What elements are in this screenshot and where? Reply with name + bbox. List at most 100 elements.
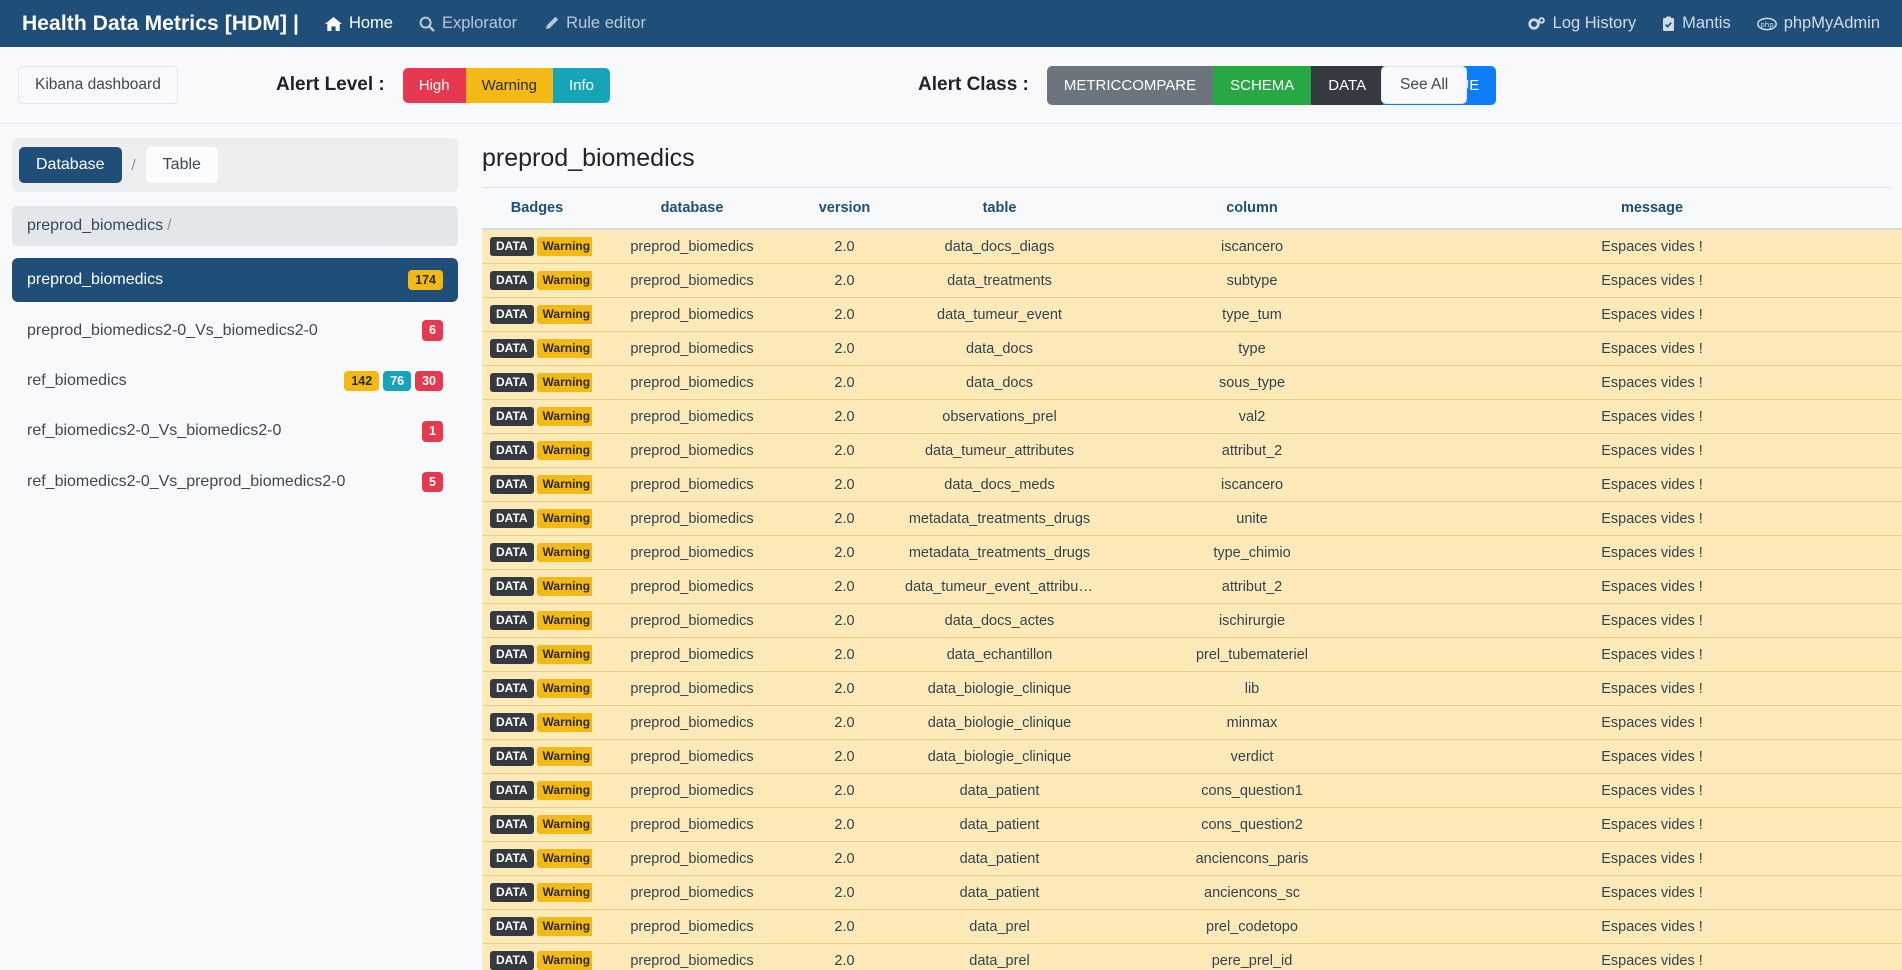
row-version-cell: 2.0 [792, 705, 897, 740]
alert-class-data-button[interactable]: DATA [1311, 65, 1384, 105]
see-all-button[interactable]: See All [1381, 66, 1468, 104]
alert-class-tag: DATA [490, 406, 534, 427]
php-icon: php [1756, 17, 1777, 31]
alert-class-tag: DATA [490, 576, 534, 597]
row-message-cell: Espaces vides ! [1402, 331, 1902, 366]
row-table-cell: data_docs [897, 331, 1102, 366]
scope-tab-database[interactable]: Database [19, 147, 122, 183]
row-database-cell: preprod_biomedics [592, 365, 792, 400]
table-row[interactable]: DATA Warning preprod_biomedics 2.0 data_tume… [482, 433, 1902, 468]
row-version-cell: 2.0 [792, 365, 897, 400]
table-row[interactable]: DATA Warning preprod_biomedics 2.0 metadata_… [482, 501, 1902, 536]
nav-link-explorator[interactable]: Explorator [419, 14, 517, 33]
breadcrumb-separator: / [167, 217, 172, 234]
alerts-table-body: DATA Warning preprod_biomedics 2.0 data_docs… [482, 229, 1902, 970]
row-table-cell: data_treatments [897, 263, 1102, 298]
row-version-cell: 2.0 [792, 943, 897, 970]
breadcrumb-current[interactable]: preprod_biomedics [27, 217, 163, 234]
table-row[interactable]: DATA Warning preprod_biomedics 2.0 data_docs… [482, 467, 1902, 502]
table-row[interactable]: DATA Warning preprod_biomedics 2.0 data_pati… [482, 773, 1902, 808]
table-row[interactable]: DATA Warning preprod_biomedics 2.0 data_biol… [482, 671, 1902, 706]
row-database-cell: preprod_biomedics [592, 501, 792, 536]
alert-level-tag: Warning [536, 236, 592, 257]
row-message-cell: Espaces vides ! [1402, 807, 1902, 842]
row-database-cell: preprod_biomedics [592, 637, 792, 672]
table-row[interactable]: DATA Warning preprod_biomedics 2.0 data_docs… [482, 331, 1902, 366]
table-row[interactable]: DATA Warning preprod_biomedics 2.0 data_tume… [482, 297, 1902, 332]
alert-class-tag: DATA [490, 542, 534, 563]
row-badges-cell: DATA Warning [482, 297, 592, 332]
table-row[interactable]: DATA Warning preprod_biomedics 2.0 data_biol… [482, 739, 1902, 774]
alerts-table: Badges database version table column mes… [482, 188, 1902, 970]
alert-class-metriccompare-button[interactable]: METRICCOMPARE [1046, 65, 1214, 105]
row-badges: DATA Warning [490, 236, 592, 257]
table-row[interactable]: DATA Warning preprod_biomedics 2.0 data_docs… [482, 603, 1902, 638]
row-database-cell: preprod_biomedics [592, 671, 792, 706]
table-row[interactable]: DATA Warning preprod_biomedics 2.0 data_docs… [482, 229, 1902, 264]
nav-link-mantis[interactable]: Mantis [1662, 14, 1731, 33]
table-row[interactable]: DATA Warning preprod_biomedics 2.0 data_tume… [482, 569, 1902, 604]
row-version-cell: 2.0 [792, 501, 897, 536]
sidebar-database-badges: 5 [422, 471, 443, 492]
column-header-table[interactable]: table [897, 188, 1102, 230]
table-row[interactable]: DATA Warning preprod_biomedics 2.0 metadata_… [482, 535, 1902, 570]
sidebar-database-item[interactable]: ref_biomedics2-0_Vs_biomedics2-0 1 [12, 409, 458, 453]
alert-level-tag: Warning [536, 542, 592, 563]
row-badges-cell: DATA Warning [482, 229, 592, 264]
alert-level-tag: Warning [536, 304, 592, 325]
alert-class-tag: DATA [490, 848, 534, 869]
sidebar-database-badges: 6 [422, 320, 443, 341]
sidebar-database-item[interactable]: ref_biomedics 142 76 30 [12, 359, 458, 403]
nav-link-home[interactable]: Home [324, 14, 393, 33]
column-header-column[interactable]: column [1102, 188, 1402, 230]
row-badges: DATA Warning [490, 882, 592, 903]
column-header-message[interactable]: message [1402, 188, 1902, 230]
row-column-cell: anciencons_sc [1102, 875, 1402, 910]
scope-tab-table[interactable]: Table [145, 147, 218, 183]
table-row[interactable]: DATA Warning preprod_biomedics 2.0 data_pati… [482, 875, 1902, 910]
nav-link-phpmyadmin[interactable]: php phpMyAdmin [1756, 14, 1880, 33]
kibana-dashboard-button[interactable]: Kibana dashboard [18, 66, 178, 104]
row-message-cell: Espaces vides ! [1402, 569, 1902, 604]
alert-level-label: Alert Level : [276, 74, 385, 95]
nav-link-rule-editor[interactable]: Rule editor [543, 14, 646, 33]
row-message-cell: Espaces vides ! [1402, 671, 1902, 706]
sidebar-database-item[interactable]: preprod_biomedics2-0_Vs_biomedics2-0 6 [12, 308, 458, 352]
table-row[interactable]: DATA Warning preprod_biomedics 2.0 data_pati… [482, 841, 1902, 876]
table-row[interactable]: DATA Warning preprod_biomedics 2.0 data_prel… [482, 909, 1902, 944]
row-column-cell: type [1102, 331, 1402, 366]
row-column-cell: pere_prel_id [1102, 943, 1402, 970]
alert-level-info-button[interactable]: Info [552, 67, 610, 103]
nav-link-log-history[interactable]: Log History [1528, 14, 1636, 33]
table-row[interactable]: DATA Warning preprod_biomedics 2.0 data_docs… [482, 365, 1902, 400]
table-row[interactable]: DATA Warning preprod_biomedics 2.0 data_pati… [482, 807, 1902, 842]
row-message-cell: Espaces vides ! [1402, 909, 1902, 944]
table-header-row: Badges database version table column mes… [482, 188, 1902, 230]
row-column-cell: type_tum [1102, 297, 1402, 332]
row-database-cell: preprod_biomedics [592, 739, 792, 774]
alerts-table-head: Badges database version table column mes… [482, 188, 1902, 230]
row-badges: DATA Warning [490, 338, 592, 359]
alert-class-schema-button[interactable]: SCHEMA [1213, 65, 1312, 105]
alert-level-tag: Warning [536, 270, 592, 291]
table-row[interactable]: DATA Warning preprod_biomedics 2.0 data_trea… [482, 263, 1902, 298]
table-row[interactable]: DATA Warning preprod_biomedics 2.0 data_echa… [482, 637, 1902, 672]
table-row[interactable]: DATA Warning preprod_biomedics 2.0 data_prel… [482, 943, 1902, 970]
alert-level-warning-button[interactable]: Warning [465, 67, 553, 103]
row-badges: DATA Warning [490, 474, 592, 495]
sidebar-database-item[interactable]: preprod_biomedics 174 [12, 258, 458, 303]
table-row[interactable]: DATA Warning preprod_biomedics 2.0 data_biol… [482, 705, 1902, 740]
alert-class-tag: DATA [490, 304, 534, 325]
row-table-cell: data_echantillon [897, 637, 1102, 672]
alert-level-high-button[interactable]: High [402, 67, 466, 103]
row-database-cell: preprod_biomedics [592, 909, 792, 944]
row-column-cell: prel_tubemateriel [1102, 637, 1402, 672]
column-header-database[interactable]: database [592, 188, 792, 230]
column-header-version[interactable]: version [792, 188, 897, 230]
sidebar-database-item[interactable]: ref_biomedics2-0_Vs_preprod_biomedics2-0… [12, 460, 458, 504]
row-column-cell: val2 [1102, 399, 1402, 434]
alert-level-button-group: High Warning Info [402, 67, 610, 103]
alert-class-tag: DATA [490, 270, 534, 291]
table-row[interactable]: DATA Warning preprod_biomedics 2.0 observati… [482, 399, 1902, 434]
column-header-badges[interactable]: Badges [482, 188, 592, 230]
